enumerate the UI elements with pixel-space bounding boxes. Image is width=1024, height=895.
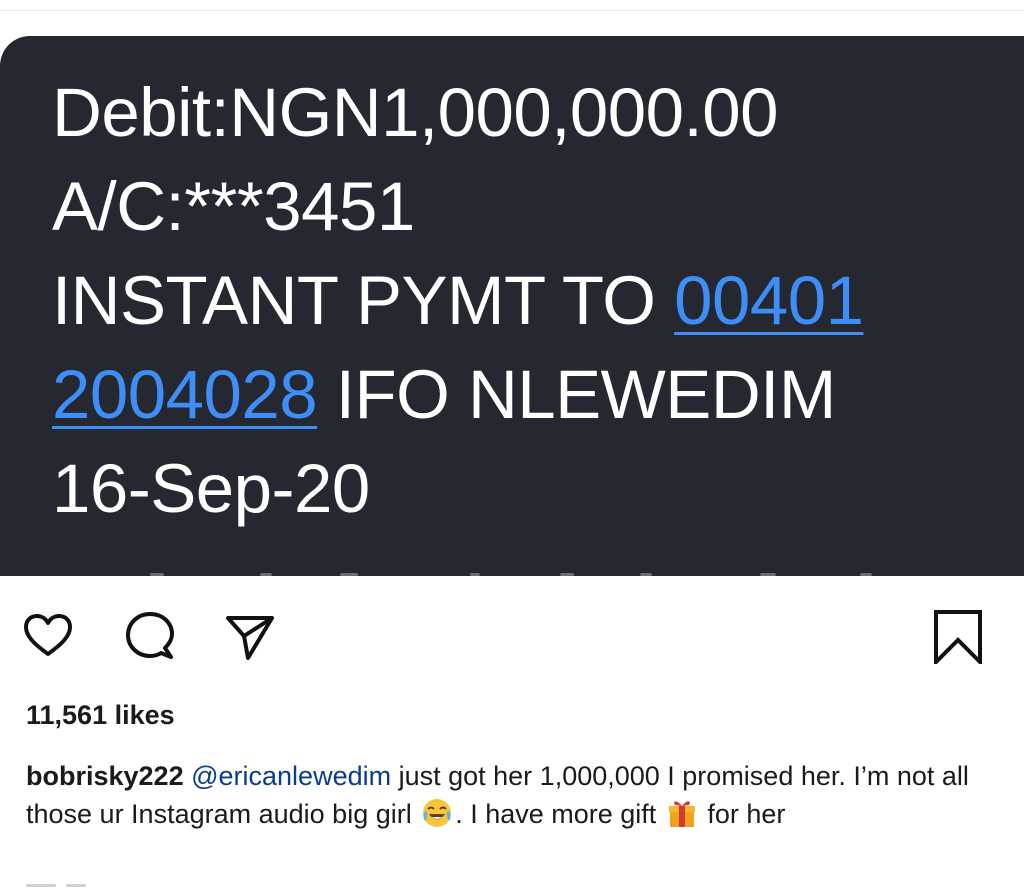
comment-icon[interactable] xyxy=(122,608,178,664)
post-caption: bobrisky222 @ericanlewedim just got her … xyxy=(26,757,1006,833)
cut-off-next-line xyxy=(26,884,106,888)
sms-date-line: 16-Sep-20 xyxy=(52,450,370,527)
sms-account-line: A/C:***3451 xyxy=(52,168,415,245)
caption-text-continued: . I have more gift xyxy=(455,799,664,829)
paper-plane-icon[interactable] xyxy=(222,608,278,664)
top-divider xyxy=(0,0,1024,11)
sms-account-link-continued[interactable]: 2004028 xyxy=(52,356,318,433)
mention-link[interactable]: @ericanlewedim xyxy=(191,761,391,791)
heart-icon[interactable] xyxy=(20,608,76,664)
face-with-tears-of-joy-icon xyxy=(421,797,453,829)
post-image[interactable]: Debit:NGN1,000,000.00 A/C:***3451 INSTAN… xyxy=(0,36,1024,576)
username-link[interactable]: bobrisky222 xyxy=(26,761,184,791)
sms-message: Debit:NGN1,000,000.00 A/C:***3451 INSTAN… xyxy=(52,66,864,536)
bookmark-icon[interactable] xyxy=(930,608,986,664)
cut-off-text-row xyxy=(0,570,1024,576)
post-action-bar xyxy=(0,600,1024,670)
sms-recipient-text: IFO NLEWEDIM xyxy=(317,356,837,433)
sms-debit-line: Debit:NGN1,000,000.00 xyxy=(52,74,778,151)
caption-text-end: for her xyxy=(699,799,786,829)
sms-payment-text: INSTANT PYMT TO xyxy=(52,262,675,339)
wrapped-gift-icon xyxy=(666,797,698,829)
sms-account-link[interactable]: 00401 xyxy=(674,262,864,339)
sms-payment-line: INSTANT PYMT TO 00401 xyxy=(52,254,864,348)
sms-recipient-line: 2004028 IFO NLEWEDIM xyxy=(52,348,863,442)
likes-count[interactable]: 11,561 likes xyxy=(26,700,175,731)
